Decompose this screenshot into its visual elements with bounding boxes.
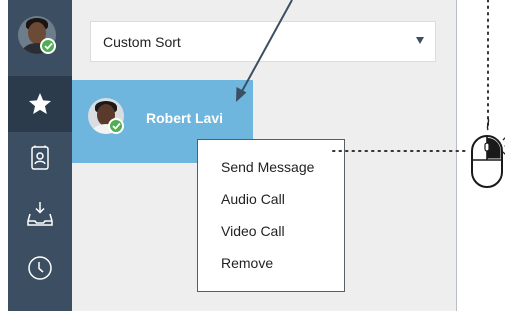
address-book-icon <box>31 145 49 170</box>
user-avatar[interactable] <box>18 16 62 60</box>
chevron-down-icon <box>416 37 424 44</box>
sort-dropdown-label: Custom Sort <box>103 33 181 50</box>
menu-item-remove[interactable]: Remove <box>198 250 344 282</box>
online-status-icon <box>40 38 56 54</box>
menu-item-send-message[interactable]: Send Message <box>198 154 344 186</box>
sort-dropdown[interactable]: Custom Sort <box>90 21 436 62</box>
context-menu: Send Message Audio Call Video Call Remov… <box>197 139 345 292</box>
menu-item-audio-call[interactable]: Audio Call <box>198 186 344 218</box>
sidebar <box>8 0 72 311</box>
contact-name: Robert Lavi <box>146 110 224 126</box>
sidebar-item-favorites[interactable] <box>8 76 72 132</box>
sidebar-item-contacts[interactable] <box>8 130 72 186</box>
star-icon <box>28 92 52 114</box>
contact-avatar <box>88 98 128 138</box>
online-status-icon <box>108 118 124 134</box>
sidebar-item-recents[interactable] <box>8 240 72 296</box>
clock-icon <box>28 256 52 280</box>
menu-item-video-call[interactable]: Video Call <box>198 218 344 250</box>
inbox-download-icon <box>27 202 53 226</box>
sidebar-item-inbox[interactable] <box>8 186 72 242</box>
mouse-right-click-icon <box>471 117 505 188</box>
